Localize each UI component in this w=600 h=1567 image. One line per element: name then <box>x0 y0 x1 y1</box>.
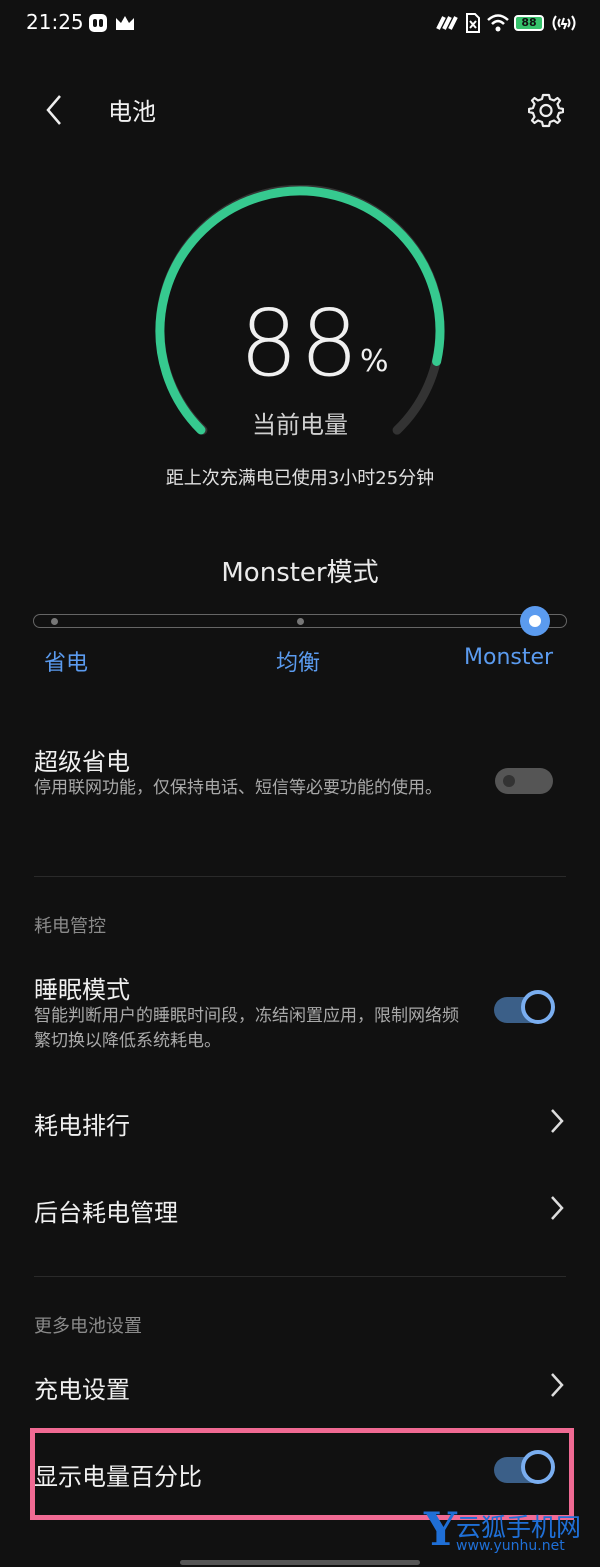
toggle-knob <box>521 990 555 1024</box>
mode-slider-knob[interactable] <box>520 606 550 636</box>
super-saver-description: 停用联网功能，仅保持电话、短信等必要功能的使用。 <box>34 778 442 798</box>
mode-option-monster[interactable]: Monster <box>464 645 553 670</box>
watermark-url: www.yunhu.net <box>456 1538 565 1554</box>
usage-duration: 距上次充满电已使用3小时25分钟 <box>165 468 435 489</box>
hotspot-icon <box>552 15 576 31</box>
percent-sign: % <box>360 344 389 379</box>
section-header-power-control: 耗电管控 <box>34 916 106 937</box>
background-power-row[interactable]: 后台耗电管理 <box>34 1193 178 1228</box>
monster-app-icon <box>89 14 107 32</box>
status-time: 21:25 <box>26 10 84 34</box>
sleep-mode-title: 睡眠模式 <box>34 976 130 1004</box>
slider-stop-save[interactable] <box>51 618 58 625</box>
highlight-box <box>30 1428 574 1520</box>
signal-icon <box>436 16 458 30</box>
wifi-icon <box>487 14 509 32</box>
page-title: 电池 <box>108 98 156 126</box>
chevron-right-icon[interactable] <box>549 1372 565 1398</box>
section-header-more-settings: 更多电池设置 <box>34 1316 142 1337</box>
ranking-row[interactable]: 耗电排行 <box>34 1106 130 1141</box>
super-saver-title: 超级省电 <box>34 748 130 776</box>
watermark-logo: Y <box>424 1502 457 1556</box>
sleep-mode-description: 智能判断用户的睡眠时间段，冻结闲置应用，限制网络频繁切换以降低系统耗电。 <box>34 1006 459 1051</box>
chevron-right-icon[interactable] <box>549 1108 565 1134</box>
mode-option-save[interactable]: 省电 <box>44 645 88 677</box>
charging-settings-row[interactable]: 充电设置 <box>34 1370 130 1405</box>
divider <box>34 876 566 877</box>
slider-stop-balance[interactable] <box>297 618 304 625</box>
sleep-mode-toggle[interactable] <box>494 990 555 1024</box>
mode-option-balance[interactable]: 均衡 <box>276 645 320 677</box>
sim-icon <box>466 13 480 33</box>
mode-title: Monster模式 <box>221 558 379 588</box>
toggle-knob <box>503 775 515 787</box>
battery-percent: 88 <box>239 290 361 397</box>
battery-label: 当前电量 <box>252 411 348 439</box>
back-icon[interactable] <box>42 92 66 128</box>
super-saver-toggle[interactable] <box>495 768 553 794</box>
crown-icon <box>116 16 134 30</box>
divider <box>34 1276 566 1277</box>
home-indicator[interactable] <box>180 1560 420 1565</box>
gear-icon[interactable] <box>528 92 564 128</box>
chevron-right-icon[interactable] <box>549 1195 565 1221</box>
battery-icon: 88 <box>514 15 544 31</box>
